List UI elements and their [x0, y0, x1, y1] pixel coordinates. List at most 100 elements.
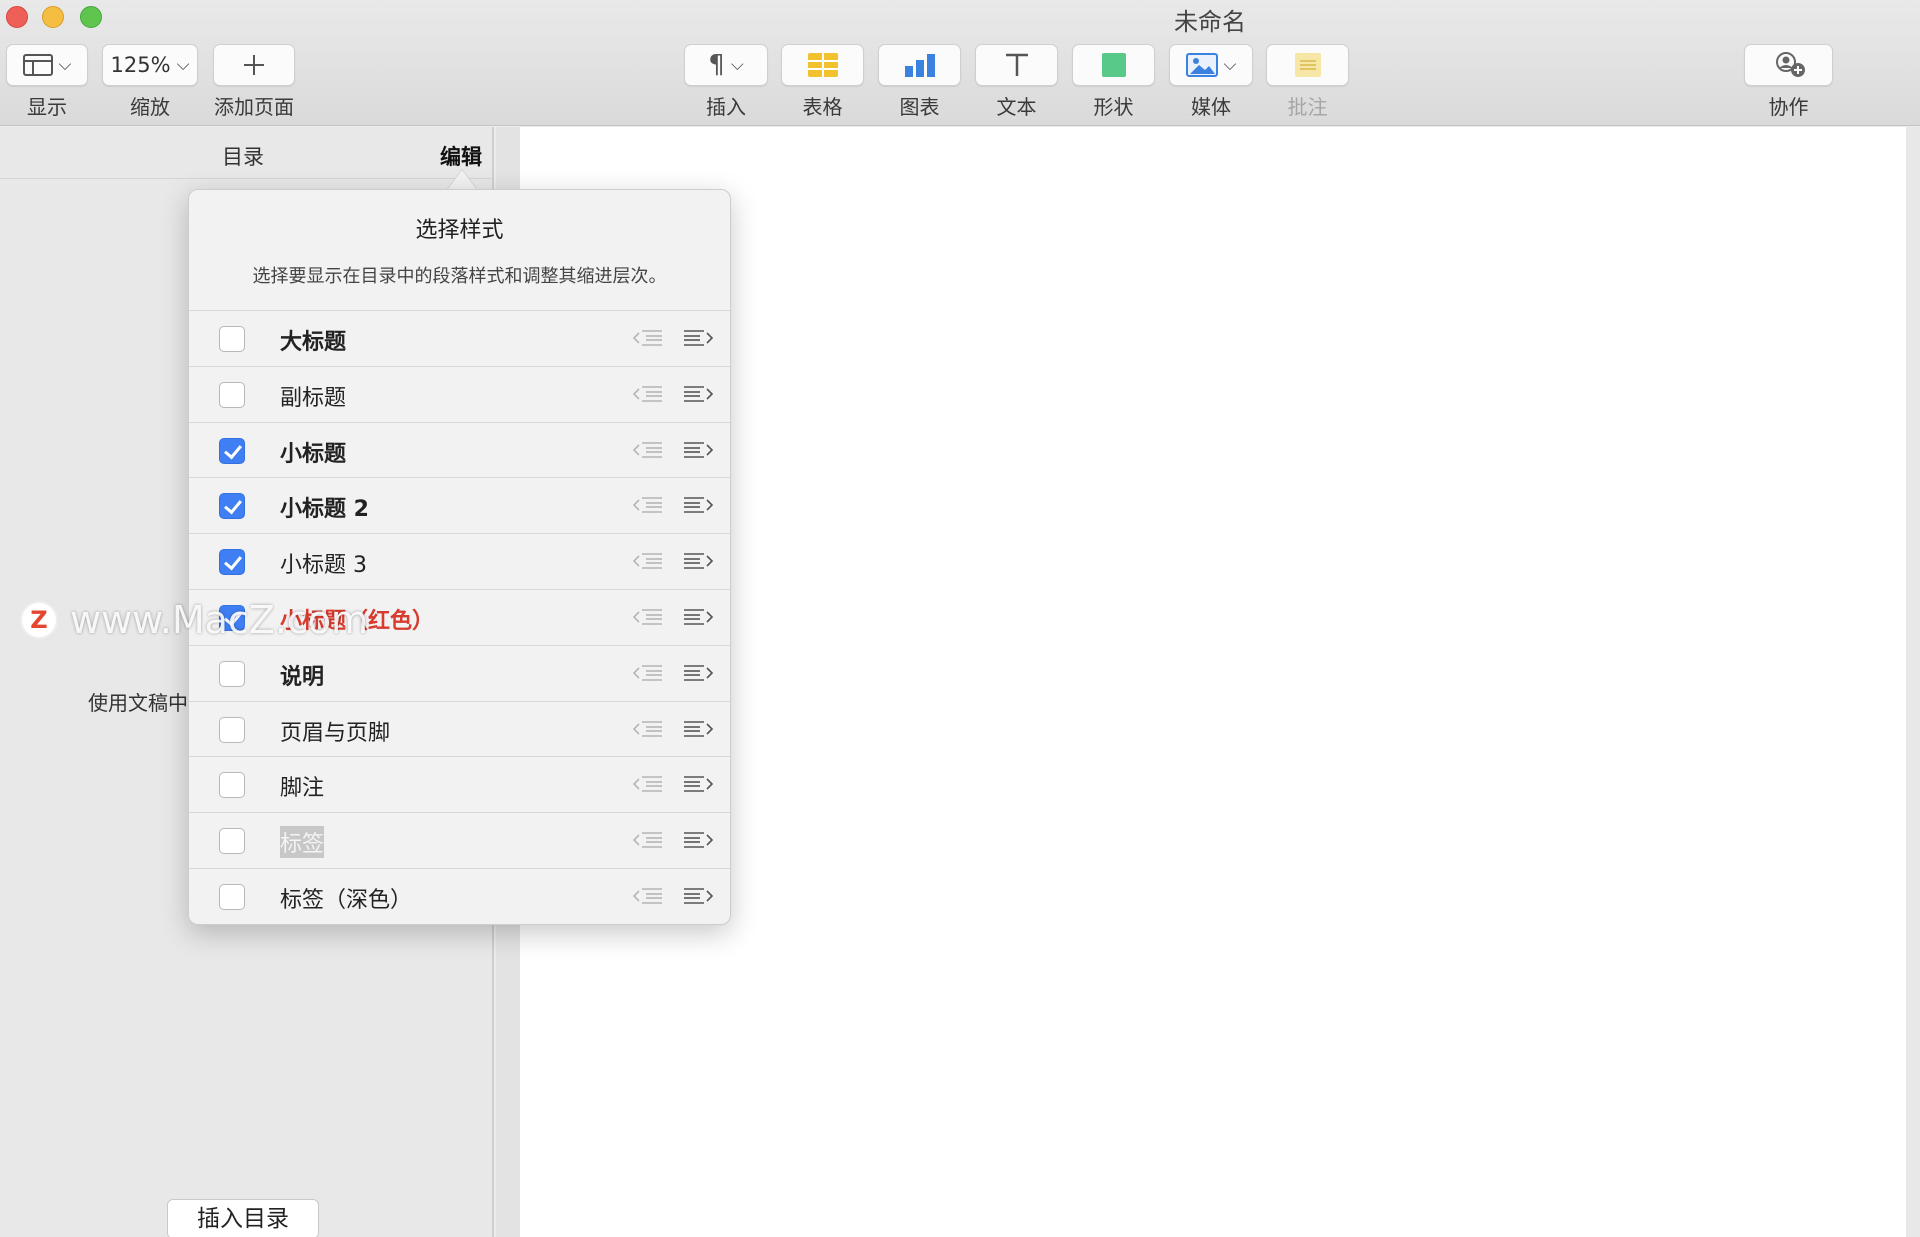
canvas-margin-right	[1906, 127, 1920, 1237]
view-control[interactable]: ⌵ 显示	[6, 44, 88, 119]
style-label: 页眉与页脚	[280, 720, 391, 746]
zoom-value: 125%	[110, 53, 171, 77]
style-row[interactable]: 小标题 3	[189, 534, 730, 590]
shape-label: 形状	[1093, 95, 1134, 119]
indent-icon[interactable]	[682, 719, 714, 739]
minimize-window-button[interactable]	[42, 6, 64, 28]
view-label: 显示	[27, 95, 67, 119]
outdent-icon[interactable]	[632, 495, 664, 515]
style-row[interactable]: 小标题 2	[189, 478, 730, 535]
chart-button[interactable]	[878, 44, 961, 86]
comment-control[interactable]: 批注	[1266, 44, 1349, 119]
insert-control[interactable]: ¶ ⌵ 插入	[684, 44, 768, 119]
style-checkbox[interactable]	[219, 772, 245, 799]
select-style-popover: 选择样式 选择要显示在目录中的段落样式和调整其缩进层次。 大标题 副标题 小标题 小标…	[188, 189, 731, 925]
add-page-label: 添加页面	[214, 95, 294, 119]
style-checkbox[interactable]	[219, 549, 245, 576]
style-row[interactable]: 页眉与页脚	[189, 702, 730, 758]
zoom-window-button[interactable]	[80, 6, 102, 28]
indent-icon[interactable]	[682, 495, 714, 515]
outdent-icon[interactable]	[632, 719, 664, 739]
media-button[interactable]: ⌵	[1169, 44, 1253, 86]
outdent-icon[interactable]	[632, 607, 664, 627]
style-label: 标签（深色）	[280, 887, 413, 913]
zoom-label: 缩放	[130, 95, 170, 119]
zoom-select[interactable]: 125% ⌵	[102, 44, 198, 86]
style-label: 脚注	[280, 776, 325, 802]
watermark: Z www.MacZ.com	[20, 597, 368, 643]
style-label: 副标题	[280, 385, 347, 411]
outdent-icon[interactable]	[632, 663, 664, 683]
collaborate-control[interactable]: 协作	[1744, 44, 1833, 119]
chevron-down-icon: ⌵	[176, 55, 190, 75]
media-label: 媒体	[1191, 95, 1231, 119]
table-icon	[807, 53, 838, 77]
tab-edit[interactable]: 编辑	[440, 141, 482, 171]
comment-label: 批注	[1287, 95, 1328, 119]
close-window-button[interactable]	[6, 6, 28, 28]
indent-icon[interactable]	[682, 440, 714, 460]
outdent-icon[interactable]	[632, 830, 664, 850]
style-label: 大标题	[280, 330, 347, 355]
outdent-icon[interactable]	[632, 328, 664, 348]
chart-control[interactable]: 图表	[878, 44, 961, 119]
indent-icon[interactable]	[682, 607, 714, 627]
indent-icon[interactable]	[682, 328, 714, 348]
style-checkbox[interactable]	[219, 381, 245, 408]
add-page-button[interactable]	[213, 44, 295, 86]
comment-button[interactable]	[1266, 44, 1349, 86]
style-row[interactable]: 副标题	[189, 367, 730, 423]
collaborate-icon	[1775, 52, 1805, 77]
media-icon	[1185, 53, 1218, 77]
text-label: 文本	[996, 95, 1037, 119]
style-checkbox[interactable]	[219, 437, 245, 464]
text-icon	[1005, 53, 1028, 76]
style-checkbox[interactable]	[219, 828, 245, 855]
zoom-control[interactable]: 125% ⌵ 缩放	[102, 44, 198, 119]
style-row[interactable]: 脚注	[189, 757, 730, 814]
sidebar-hint-text: 使用文稿中	[88, 691, 188, 715]
style-checkbox[interactable]	[219, 883, 245, 910]
indent-icon[interactable]	[682, 663, 714, 683]
outdent-icon[interactable]	[632, 551, 664, 571]
style-row[interactable]: 标签（深色）	[189, 869, 730, 925]
style-label: 小标题 3	[280, 553, 367, 579]
style-row[interactable]: 标签	[189, 813, 730, 869]
popover-title: 选择样式	[415, 218, 504, 243]
chart-label: 图表	[899, 95, 940, 119]
style-checkbox[interactable]	[219, 716, 245, 743]
indent-icon[interactable]	[682, 774, 714, 794]
insert-button[interactable]: ¶ ⌵	[684, 44, 768, 86]
insert-label: 插入	[706, 95, 746, 119]
style-row[interactable]: 说明	[189, 646, 730, 702]
tab-toc[interactable]: 目录	[222, 141, 264, 171]
outdent-icon[interactable]	[632, 774, 664, 794]
indent-icon[interactable]	[682, 384, 714, 404]
style-label: 说明	[280, 664, 325, 690]
insert-toc-button[interactable]: 插入目录	[167, 1199, 319, 1237]
table-button[interactable]	[781, 44, 864, 86]
indent-icon[interactable]	[682, 886, 714, 906]
text-control[interactable]: 文本	[975, 44, 1058, 119]
indent-icon[interactable]	[682, 551, 714, 571]
indent-icon[interactable]	[682, 830, 714, 850]
media-control[interactable]: ⌵ 媒体	[1169, 44, 1253, 119]
style-row[interactable]: 小标题	[189, 423, 730, 479]
outdent-icon[interactable]	[632, 384, 664, 404]
chart-icon	[904, 54, 935, 77]
add-page-control[interactable]: 添加页面	[213, 44, 295, 119]
collaborate-button[interactable]	[1744, 44, 1833, 86]
style-row[interactable]: 大标题	[189, 311, 730, 367]
shape-control[interactable]: 形状	[1072, 44, 1155, 119]
outdent-icon[interactable]	[632, 886, 664, 906]
outdent-icon[interactable]	[632, 440, 664, 460]
shape-button[interactable]	[1072, 44, 1155, 86]
paragraph-icon: ¶	[708, 50, 725, 80]
sidebar-tabs: 目录 编辑	[0, 127, 494, 179]
style-checkbox[interactable]	[219, 326, 245, 352]
text-button[interactable]	[975, 44, 1058, 86]
view-button[interactable]: ⌵	[6, 44, 88, 86]
table-control[interactable]: 表格	[781, 44, 864, 119]
style-checkbox[interactable]	[219, 660, 245, 687]
style-checkbox[interactable]	[219, 493, 245, 520]
